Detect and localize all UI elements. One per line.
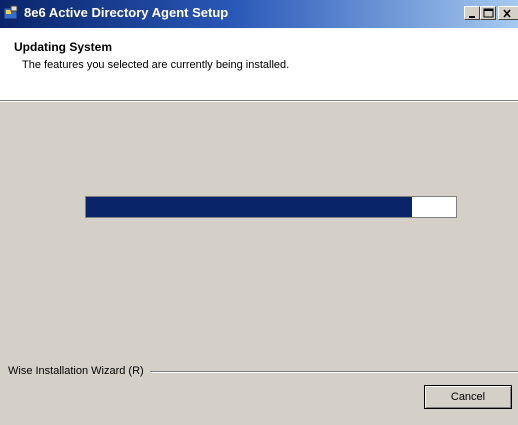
close-button[interactable] (498, 6, 518, 20)
maximize-button[interactable] (480, 6, 496, 20)
title-bar[interactable]: 8e6 Active Directory Agent Setup (0, 0, 518, 28)
header-divider-highlight (0, 101, 518, 102)
installer-app-icon[interactable] (3, 5, 19, 21)
window-title: 8e6 Active Directory Agent Setup (24, 5, 229, 20)
header-banner: Updating System The features you selecte… (0, 28, 518, 100)
install-progress-fill (86, 197, 412, 217)
minimize-button[interactable] (464, 6, 480, 20)
footer-divider-highlight (150, 372, 518, 373)
page-subtitle: The features you selected are currently … (22, 59, 290, 71)
wizard-brand-label: Wise Installation Wizard (R) (8, 365, 148, 377)
install-progress-bar (85, 196, 457, 218)
cancel-button[interactable]: Cancel (424, 385, 512, 409)
page-title: Updating System (14, 40, 113, 54)
installer-window: 8e6 Active Directory Agent Setup Updatin… (0, 0, 518, 425)
